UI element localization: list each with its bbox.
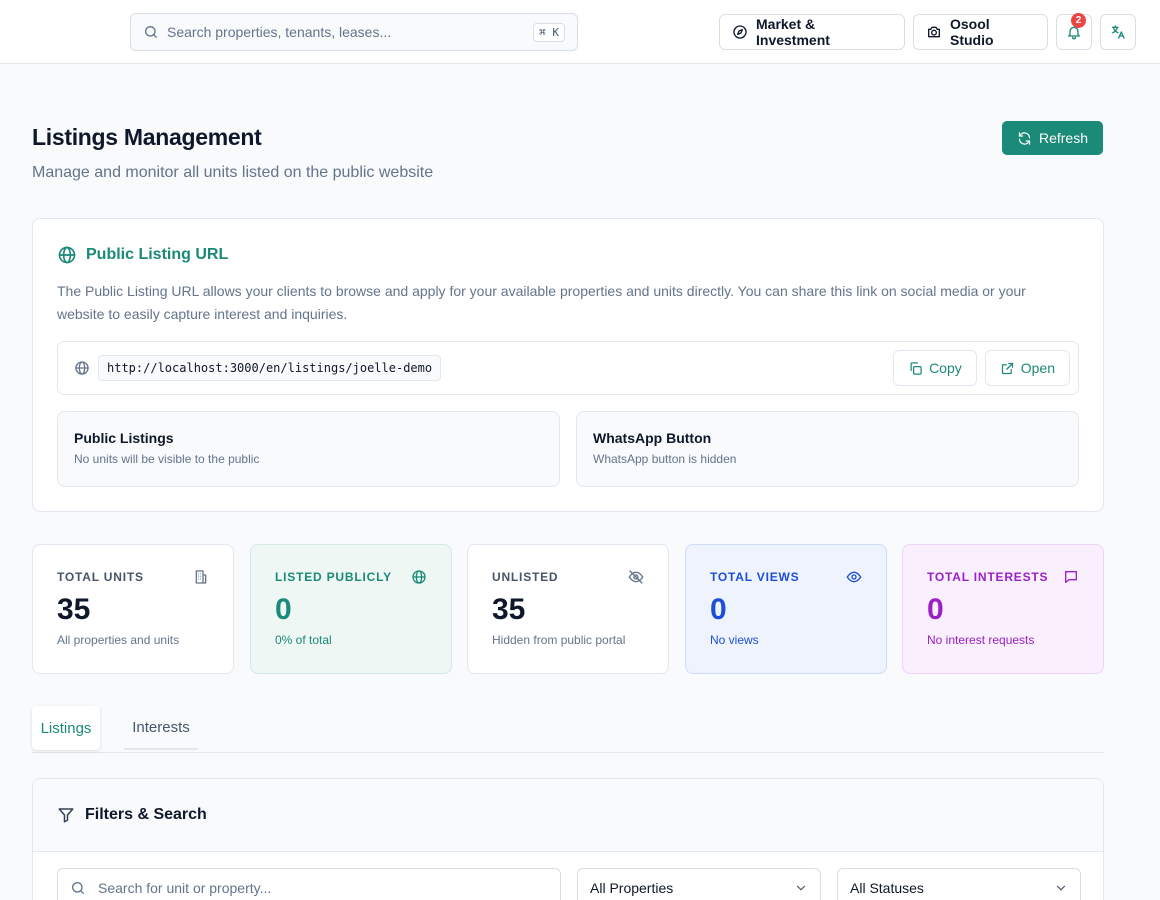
- public-url-value[interactable]: http://localhost:3000/en/listings/joelle…: [98, 355, 442, 381]
- search-icon: [70, 880, 86, 896]
- stat-total-views: TOTAL VIEWS 0 No views: [685, 544, 887, 674]
- stat-footnote: No interest requests: [927, 633, 1035, 647]
- search-shortcut: ⌘ K: [533, 22, 565, 42]
- osool-studio-label: Osool Studio: [950, 16, 994, 48]
- stat-unlisted: UNLISTED 35 Hidden from public portal: [467, 544, 669, 674]
- page-subtitle: Manage and monitor all units listed on t…: [32, 164, 434, 181]
- property-select-value: All Properties: [590, 880, 674, 896]
- property-select[interactable]: All Properties: [577, 868, 821, 900]
- status-select[interactable]: All Statuses: [837, 868, 1081, 900]
- stat-footnote: All properties and units: [57, 633, 180, 647]
- unit-search-input[interactable]: Search for unit or property...: [57, 868, 561, 900]
- stat-value: 35: [492, 593, 526, 626]
- stat-listed-publicly: LISTED PUBLICLY 0 0% of total: [250, 544, 452, 674]
- eye-icon: [846, 569, 862, 585]
- open-label: Open: [1020, 360, 1055, 376]
- copy-icon: [908, 361, 923, 376]
- stat-label: LISTED PUBLICLY: [275, 570, 392, 584]
- refresh-button[interactable]: Refresh: [1002, 121, 1103, 155]
- public-listings-desc: No units will be visible to the public: [74, 452, 260, 466]
- building-icon: [193, 569, 209, 585]
- market-investment-label: Market & Investment: [756, 16, 830, 48]
- public-url-description: The Public Listing URL allows your clien…: [57, 283, 1026, 322]
- filters-card: Filters & Search Search for unit or prop…: [32, 778, 1104, 900]
- public-listing-url-card: Public Listing URL The Public Listing UR…: [32, 218, 1104, 512]
- status-select-value: All Statuses: [850, 880, 924, 896]
- stat-value: 0: [710, 593, 727, 626]
- translate-icon: [1110, 24, 1126, 40]
- tabs-divider: [32, 752, 1104, 753]
- filters-title: Filters & Search: [85, 806, 207, 823]
- osool-studio-button[interactable]: Osool Studio: [913, 14, 1048, 50]
- stat-value: 35: [57, 593, 91, 626]
- stat-value: 0: [927, 593, 944, 626]
- message-icon: [1063, 569, 1079, 585]
- public-url-title: Public Listing URL: [86, 246, 229, 263]
- search-icon: [143, 24, 159, 40]
- filters-header: Filters & Search: [33, 779, 1103, 852]
- public-listings-toggle-card[interactable]: Public Listings No units will be visible…: [57, 411, 560, 487]
- notification-badge: 2: [1071, 13, 1086, 28]
- stat-footnote: No views: [710, 633, 759, 647]
- globe-icon: [74, 360, 90, 376]
- whatsapp-button-toggle-card[interactable]: WhatsApp Button WhatsApp button is hidde…: [576, 411, 1079, 487]
- copy-label: Copy: [929, 360, 962, 376]
- chevron-down-icon: [1054, 881, 1068, 895]
- page-title: Listings Management: [32, 124, 262, 150]
- stat-footnote: 0% of total: [275, 633, 332, 647]
- filter-icon: [57, 806, 75, 824]
- stat-label: TOTAL UNITS: [57, 570, 144, 584]
- refresh-icon: [1017, 131, 1032, 146]
- top-bar: Search properties, tenants, leases... ⌘ …: [0, 0, 1160, 64]
- url-box: http://localhost:3000/en/listings/joelle…: [57, 341, 1079, 395]
- whatsapp-button-title: WhatsApp Button: [593, 430, 712, 446]
- market-investment-button[interactable]: Market & Investment: [719, 14, 905, 50]
- public-url-heading: Public Listing URL: [57, 245, 228, 265]
- tab-listings[interactable]: Listings: [32, 706, 100, 750]
- stat-footnote: Hidden from public portal: [492, 633, 626, 647]
- whatsapp-button-desc: WhatsApp button is hidden: [593, 452, 737, 466]
- globe-icon: [411, 569, 427, 585]
- open-url-button[interactable]: Open: [984, 350, 1070, 386]
- camera-icon: [926, 24, 942, 40]
- stat-label: TOTAL INTERESTS: [927, 570, 1049, 584]
- global-search-input[interactable]: Search properties, tenants, leases... ⌘ …: [130, 13, 578, 51]
- stat-label: TOTAL VIEWS: [710, 570, 800, 584]
- stat-value: 0: [275, 593, 292, 626]
- chevron-down-icon: [794, 881, 808, 895]
- stat-label: UNLISTED: [492, 570, 559, 584]
- language-button[interactable]: [1100, 14, 1136, 50]
- external-link-icon: [1000, 361, 1015, 376]
- refresh-label: Refresh: [1038, 130, 1089, 146]
- globe-icon: [57, 245, 77, 265]
- eye-off-icon: [628, 569, 644, 585]
- stat-total-interests: TOTAL INTERESTS 0 No interest requests: [902, 544, 1104, 674]
- stat-total-units: TOTAL UNITS 35 All properties and units: [32, 544, 234, 674]
- notifications-button[interactable]: 2: [1056, 13, 1092, 50]
- public-listings-title: Public Listings: [74, 430, 174, 446]
- compass-icon: [732, 24, 748, 40]
- copy-url-button[interactable]: Copy: [893, 350, 977, 386]
- unit-search-placeholder: Search for unit or property...: [98, 880, 272, 896]
- global-search-placeholder: Search properties, tenants, leases...: [167, 24, 392, 40]
- tab-interests[interactable]: Interests: [124, 706, 198, 750]
